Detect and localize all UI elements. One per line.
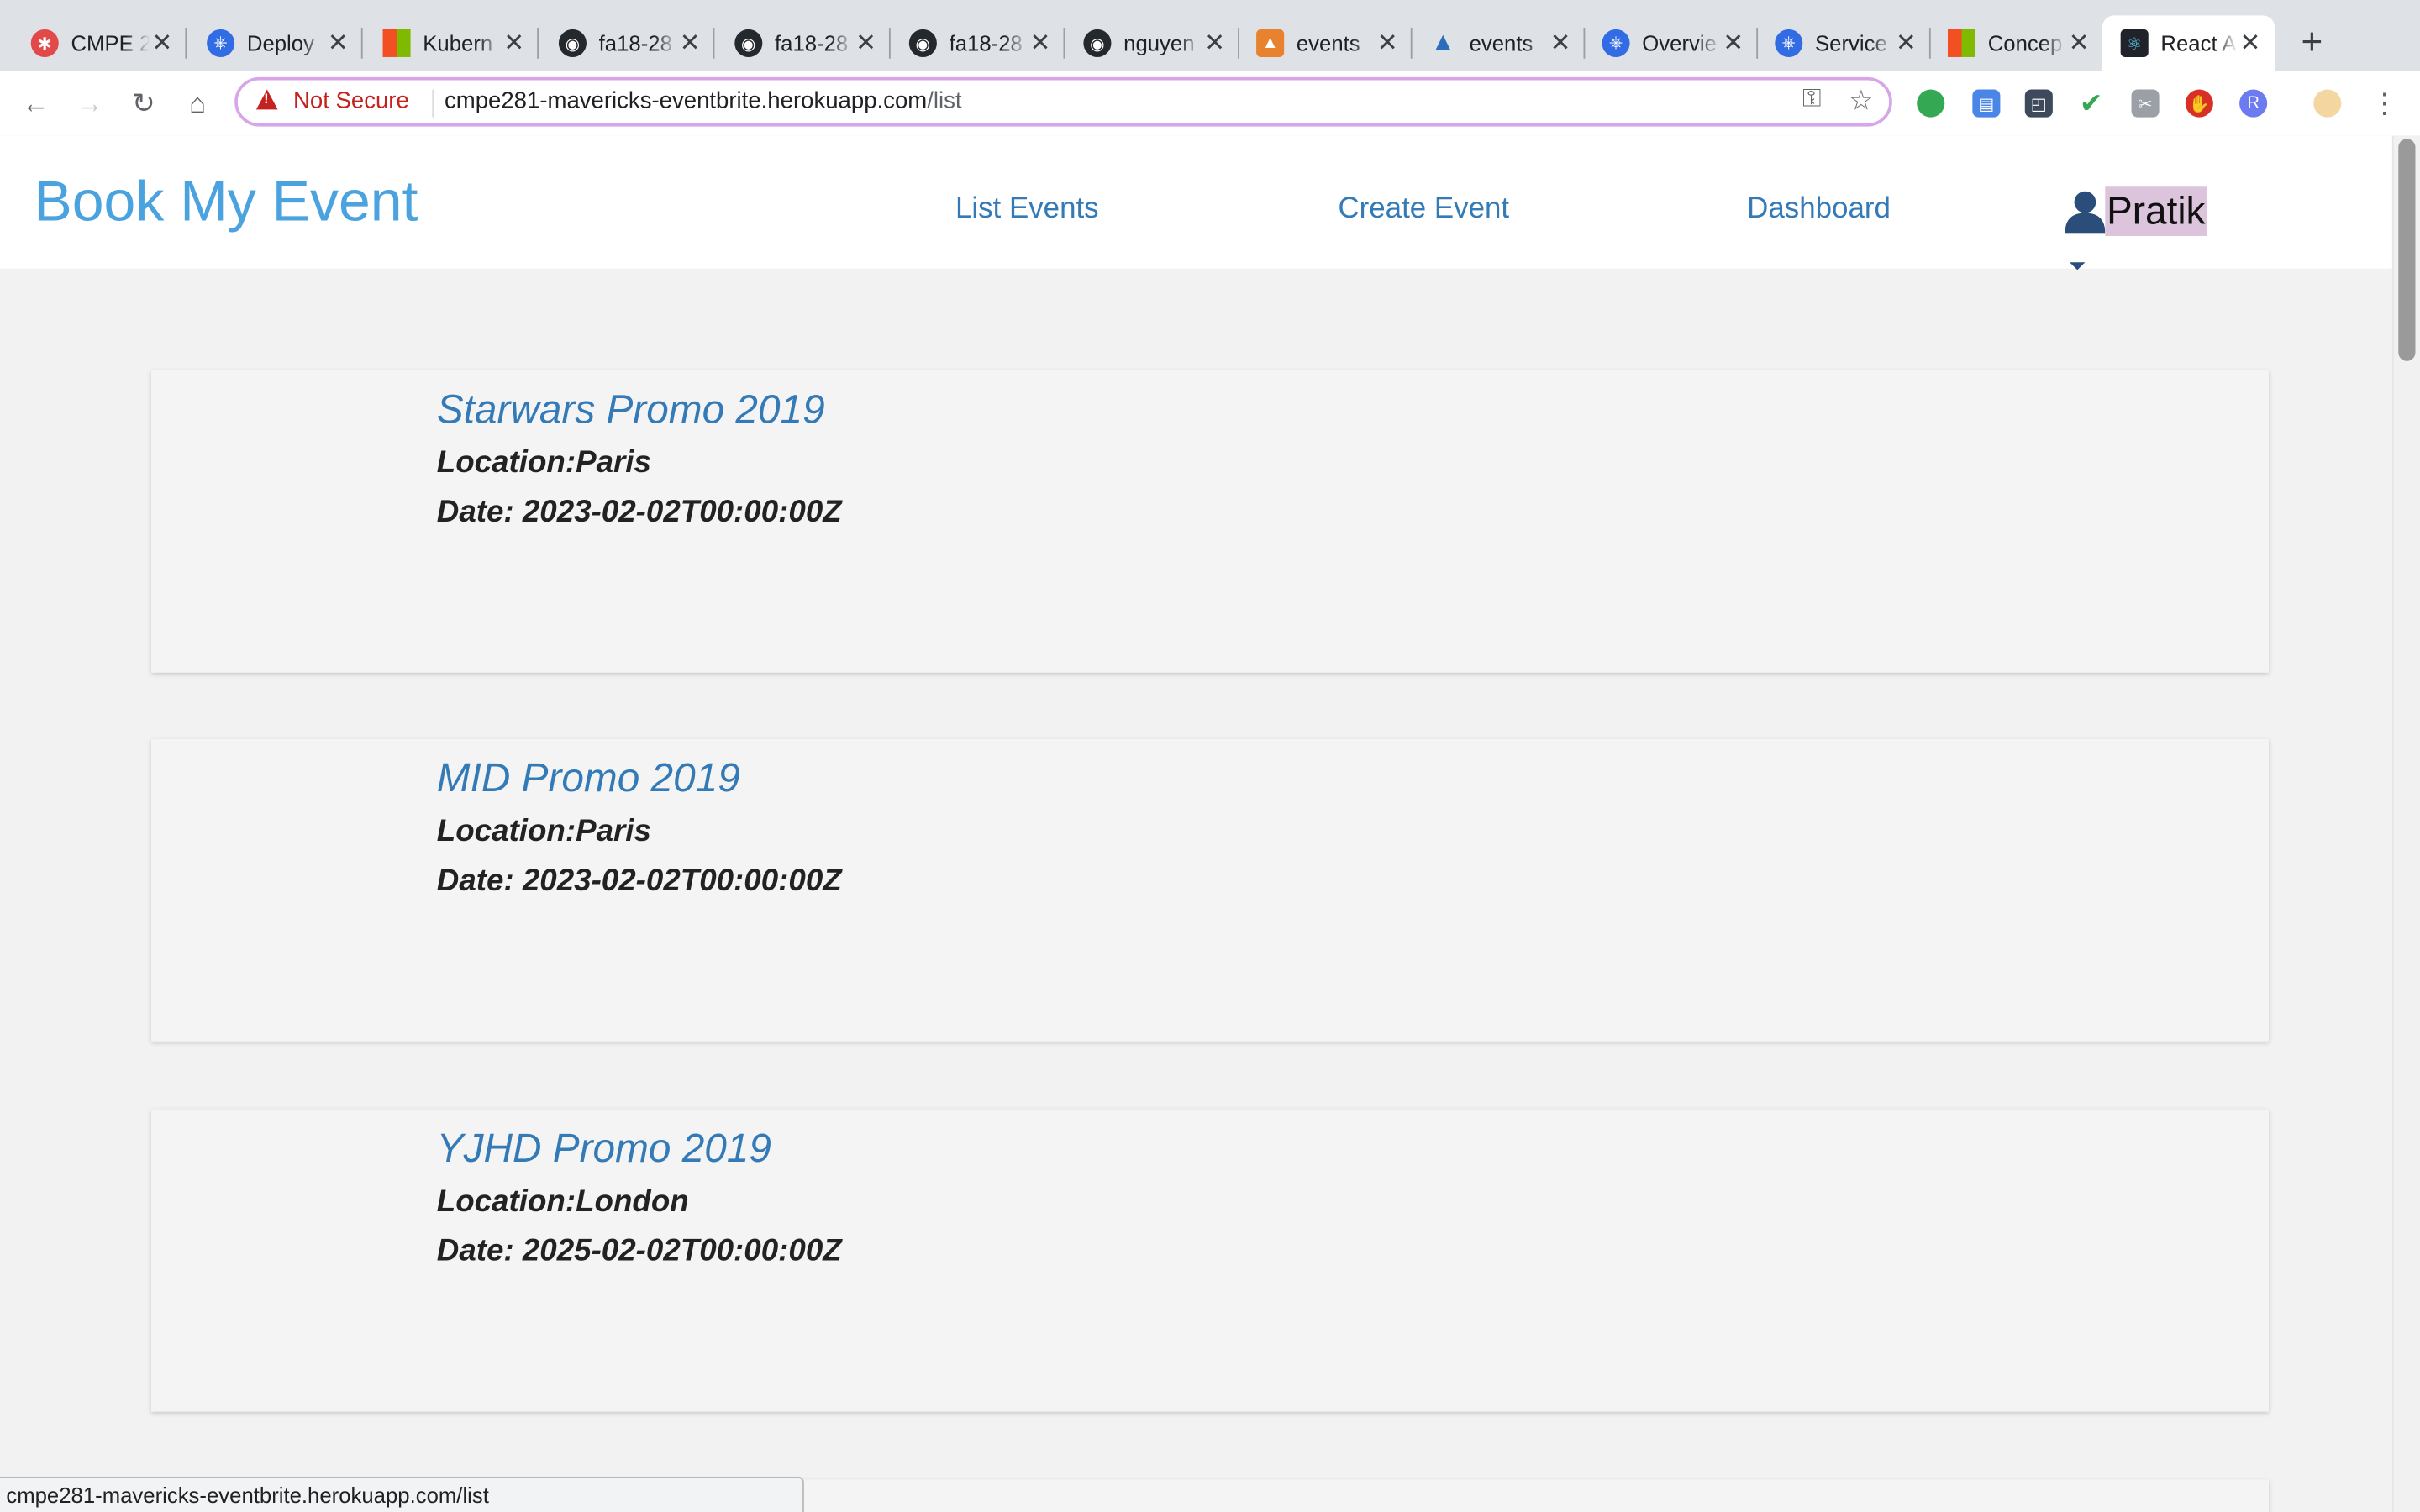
extension-blue-icon[interactable]: ▤ — [1972, 89, 2001, 118]
tab-title: events — [1469, 30, 1534, 56]
brand-logo[interactable]: Book My Event — [34, 170, 418, 234]
browser-tab[interactable]: ▲ events ✕ — [1411, 15, 1586, 71]
browser-tab-active[interactable]: ⚛ React A ✕ — [2102, 15, 2275, 71]
browser-tab[interactable]: ✱ CMPE 2 ✕ — [13, 15, 187, 71]
nav-dashboard[interactable]: Dashboard — [1747, 193, 1891, 227]
adblock-icon[interactable]: ✋ — [2185, 89, 2213, 118]
event-card: Starwars Promo 2019 Location:Paris Date:… — [151, 370, 2269, 673]
extension-purple-icon[interactable]: R — [2239, 89, 2268, 118]
event-title[interactable]: YJHD Promo 2019 — [437, 1125, 771, 1173]
browser-tab[interactable]: ◉ fa18-28 ✕ — [716, 15, 891, 71]
tab-title: Kubern — [423, 30, 493, 56]
close-icon[interactable]: ✕ — [1202, 28, 1227, 59]
tab-title: React A — [2160, 30, 2237, 56]
extension-dark-icon[interactable]: ◰ — [2024, 89, 2053, 118]
browser-tab[interactable]: ⎈ Deploy ✕ — [188, 15, 363, 71]
microsoft-icon — [1947, 29, 1976, 57]
warning-icon — [255, 89, 278, 110]
event-date: Date: 2023-02-02T00:00:00Z — [436, 495, 842, 529]
user-icon — [2065, 191, 2106, 234]
address-bar[interactable]: Not Secure cmpe281-mavericks-eventbrite.… — [234, 76, 1892, 127]
browser-tab[interactable]: ⎈ Service ✕ — [1756, 15, 1931, 71]
browser-toolbar: ← → ↻ ⌂ Not Secure cmpe281-mavericks-eve… — [0, 71, 2420, 138]
close-icon[interactable]: ✕ — [326, 28, 350, 59]
browser-tab[interactable]: ◉ fa18-28 ✕ — [891, 15, 1065, 71]
page-scrollbar[interactable] — [2391, 135, 2420, 1512]
kubernetes-icon: ⎈ — [1775, 29, 1803, 57]
nav-create-event[interactable]: Create Event — [1338, 193, 1509, 227]
close-icon[interactable]: ✕ — [1376, 28, 1400, 59]
tab-title: events — [1296, 30, 1360, 56]
extension-gray-icon[interactable]: ✂ — [2131, 89, 2160, 118]
close-icon[interactable]: ✕ — [677, 28, 702, 59]
tab-title: fa18-28 — [598, 30, 672, 56]
browser-tab[interactable]: ◉ fa18-28 ✕ — [540, 15, 715, 71]
nav-list-events[interactable]: List Events — [955, 193, 1099, 227]
close-icon[interactable]: ✕ — [854, 28, 878, 59]
url-text[interactable]: cmpe281-mavericks-eventbrite.herokuapp.c… — [445, 88, 962, 114]
close-icon[interactable]: ✕ — [502, 28, 526, 59]
dropdown-caret-icon[interactable] — [2070, 262, 2086, 270]
extension-green-icon[interactable] — [1917, 89, 1945, 118]
checkmark-icon[interactable]: ✔ — [2077, 87, 2105, 118]
github-icon: ◉ — [908, 29, 937, 57]
event-date: Date: 2023-02-02T00:00:00Z — [436, 864, 842, 898]
user-name: Pratik — [2105, 186, 2207, 237]
browser-tab-strip: ✱ CMPE 2 ✕ ⎈ Deploy ✕ Kubern ✕ ◉ fa18-28… — [0, 0, 2420, 71]
app-navbar: Book My Event List Events Create Event D… — [0, 135, 2392, 269]
close-icon[interactable]: ✕ — [2066, 28, 2091, 59]
event-card: MID Promo 2019 Location:Paris Date: 2023… — [151, 738, 2269, 1042]
cmpe-icon: ✱ — [30, 29, 59, 57]
browser-tab[interactable]: Concep ✕ — [1929, 15, 2104, 71]
browser-tab[interactable]: Kubern ✕ — [364, 15, 539, 71]
microsoft-icon — [382, 29, 411, 57]
event-card: YJHD Promo 2019 Location:London Date: 20… — [151, 1109, 2269, 1412]
menu-icon[interactable]: ⋮ — [2366, 85, 2403, 122]
github-icon: ◉ — [1083, 29, 1112, 57]
event-title[interactable]: Starwars Promo 2019 — [437, 386, 825, 433]
github-icon: ◉ — [558, 29, 587, 57]
scrollbar-thumb[interactable] — [2398, 139, 2416, 361]
close-icon[interactable]: ✕ — [1721, 28, 1745, 59]
forward-button[interactable]: → — [71, 85, 108, 122]
tab-title: nguyen — [1123, 30, 1195, 56]
close-icon[interactable]: ✕ — [1894, 28, 1918, 59]
kubernetes-icon: ⎈ — [1602, 29, 1630, 57]
bookmark-star-icon[interactable]: ☆ — [1849, 85, 1874, 118]
home-button[interactable]: ⌂ — [179, 85, 216, 122]
tab-title: Deploy — [246, 30, 314, 56]
react-icon: ⚛ — [2120, 29, 2149, 57]
tab-title: fa18-28 — [775, 30, 849, 56]
azure-icon: ▲ — [1430, 29, 1455, 56]
close-icon[interactable]: ✕ — [1548, 28, 1572, 59]
tab-title: Overvie — [1642, 30, 1717, 56]
kubernetes-icon: ⎈ — [207, 29, 235, 57]
new-tab-button[interactable]: + — [2291, 22, 2333, 65]
reload-button[interactable]: ↻ — [125, 85, 162, 122]
security-label[interactable]: Not Secure — [293, 88, 409, 114]
tab-title: Concep — [1987, 30, 2063, 56]
close-icon[interactable]: ✕ — [2238, 28, 2262, 59]
profile-avatar[interactable] — [2313, 89, 2342, 118]
close-icon[interactable]: ✕ — [1028, 28, 1052, 59]
user-menu[interactable]: Pratik — [2065, 186, 2207, 237]
tab-title: Service — [1815, 30, 1887, 56]
key-icon[interactable]: ⚿ — [1802, 87, 1821, 114]
tab-title: fa18-28 — [949, 30, 1023, 56]
event-title[interactable]: MID Promo 2019 — [437, 754, 740, 802]
back-button[interactable]: ← — [17, 85, 54, 122]
browser-tab[interactable]: ⎈ Overvie ✕ — [1583, 15, 1759, 71]
close-icon[interactable]: ✕ — [150, 28, 174, 59]
status-bar-url: cmpe281-mavericks-eventbrite.herokuapp.c… — [0, 1476, 804, 1512]
tab-title: CMPE 2 — [71, 30, 150, 56]
event-date: Date: 2025-02-02T00:00:00Z — [436, 1234, 842, 1268]
events-icon: ▲ — [1256, 29, 1285, 57]
event-location: Location:London — [436, 1184, 689, 1220]
browser-tab[interactable]: ◉ nguyen ✕ — [1065, 15, 1239, 71]
event-location: Location:Paris — [436, 445, 651, 480]
browser-tab[interactable]: ▲ events ✕ — [1238, 15, 1413, 71]
github-icon: ◉ — [734, 29, 763, 57]
event-location: Location:Paris — [436, 814, 651, 849]
